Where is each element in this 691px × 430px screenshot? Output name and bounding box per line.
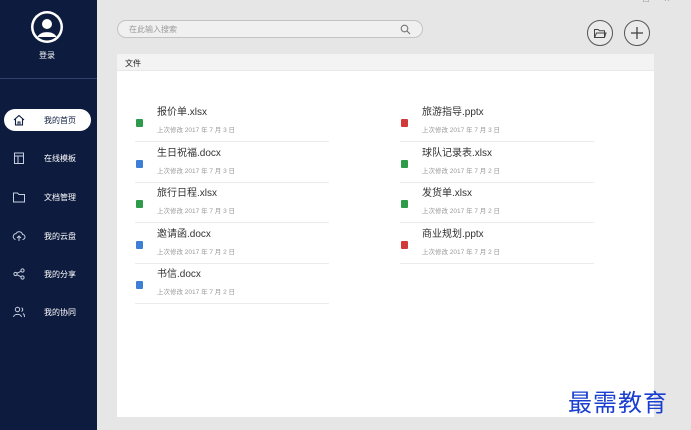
sidebar-item-share[interactable]: 我的分享 [4, 263, 91, 285]
file-item[interactable]: 生日祝福.docx 上次修改 2017 年 7 月 3 日 [135, 143, 329, 183]
excel-file-icon [401, 160, 408, 168]
file-item[interactable]: 旅游指导.pptx 上次修改 2017 年 7 月 3 日 [400, 102, 594, 142]
file-modified: 上次修改 2017 年 7 月 2 日 [422, 249, 501, 256]
cloud-upload-icon [12, 231, 26, 241]
panel-header: 文件 [117, 54, 654, 71]
file-name: 生日祝福.docx [157, 148, 221, 159]
watermark-text: 最需教育 [568, 389, 668, 417]
folder-icon [13, 192, 25, 203]
powerpoint-file-icon [401, 119, 408, 127]
sidebar-item-home[interactable]: 我的首页 [4, 109, 91, 131]
word-file-icon [136, 160, 143, 168]
sidebar-item-label: 文档管理 [44, 193, 76, 202]
file-name: 邀请函.docx [157, 229, 211, 240]
file-modified: 上次修改 2017 年 7 月 2 日 [422, 208, 501, 215]
sidebar-item-templates[interactable]: 在线模板 [4, 147, 91, 169]
sidebar-item-documents[interactable]: 文档管理 [4, 186, 91, 208]
powerpoint-file-icon [401, 241, 408, 249]
file-name: 书信.docx [157, 269, 201, 280]
new-file-button[interactable] [624, 20, 650, 46]
panel-title: 文件 [125, 59, 141, 68]
sidebar-item-collaboration[interactable]: 我的协同 [4, 301, 91, 323]
sidebar-item-label: 我的首页 [44, 116, 76, 125]
file-item[interactable]: 报价单.xlsx 上次修改 2017 年 7 月 3 日 [135, 102, 329, 142]
file-name: 报价单.xlsx [157, 107, 207, 118]
open-folder-icon [594, 29, 607, 38]
file-modified: 上次修改 2017 年 7 月 2 日 [157, 289, 236, 296]
file-item[interactable]: 商业规划.pptx 上次修改 2017 年 7 月 2 日 [400, 224, 594, 264]
template-icon [14, 152, 24, 164]
login-label[interactable]: 登录 [0, 50, 94, 61]
file-item[interactable]: 发货单.xlsx 上次修改 2017 年 7 月 2 日 [400, 183, 594, 223]
search-icon[interactable] [400, 24, 411, 35]
maximize-button[interactable]: □ [643, 0, 649, 5]
file-item[interactable]: 旅行日程.xlsx 上次修改 2017 年 7 月 3 日 [135, 183, 329, 223]
sidebar: 登录 我的首页 在线模板 文档管理 我的云盘 我的分享 我的协同 [0, 0, 97, 430]
file-name: 商业规划.pptx [422, 229, 484, 240]
file-item[interactable]: 书信.docx 上次修改 2017 年 7 月 2 日 [135, 264, 329, 304]
open-file-button[interactable] [587, 20, 613, 46]
files-panel: 文件 报价单.xlsx 上次修改 2017 年 7 月 3 日 生日祝福.doc… [117, 54, 654, 417]
home-icon [13, 114, 25, 126]
file-modified: 上次修改 2017 年 7 月 2 日 [422, 168, 501, 175]
file-item[interactable]: 邀请函.docx 上次修改 2017 年 7 月 2 日 [135, 224, 329, 264]
collaboration-icon [13, 306, 25, 318]
word-file-icon [136, 281, 143, 289]
search-box[interactable] [117, 20, 423, 38]
file-name: 旅行日程.xlsx [157, 188, 217, 199]
file-modified: 上次修改 2017 年 7 月 3 日 [157, 127, 236, 134]
file-modified: 上次修改 2017 年 7 月 3 日 [422, 127, 501, 134]
share-icon [13, 268, 25, 280]
file-name: 旅游指导.pptx [422, 107, 484, 118]
word-file-icon [136, 241, 143, 249]
sidebar-item-label: 我的分享 [44, 270, 76, 279]
avatar-icon[interactable] [31, 11, 63, 43]
file-name: 发货单.xlsx [422, 188, 472, 199]
file-modified: 上次修改 2017 年 7 月 3 日 [157, 208, 236, 215]
sidebar-item-label: 我的云盘 [44, 232, 76, 241]
plus-icon [631, 27, 643, 39]
close-button[interactable]: × [664, 0, 670, 5]
sidebar-item-cloud[interactable]: 我的云盘 [4, 225, 91, 247]
search-input[interactable] [129, 23, 389, 36]
sidebar-divider [0, 78, 97, 79]
excel-file-icon [136, 200, 143, 208]
sidebar-item-label: 我的协同 [44, 308, 76, 317]
user-section[interactable]: 登录 [0, 0, 97, 78]
sidebar-item-label: 在线模板 [44, 154, 76, 163]
excel-file-icon [401, 200, 408, 208]
file-name: 球队记录表.xlsx [422, 148, 492, 159]
minimize-button[interactable]: − [622, 0, 628, 5]
file-modified: 上次修改 2017 年 7 月 3 日 [157, 168, 236, 175]
file-item[interactable]: 球队记录表.xlsx 上次修改 2017 年 7 月 2 日 [400, 143, 594, 183]
file-modified: 上次修改 2017 年 7 月 2 日 [157, 249, 236, 256]
excel-file-icon [136, 119, 143, 127]
